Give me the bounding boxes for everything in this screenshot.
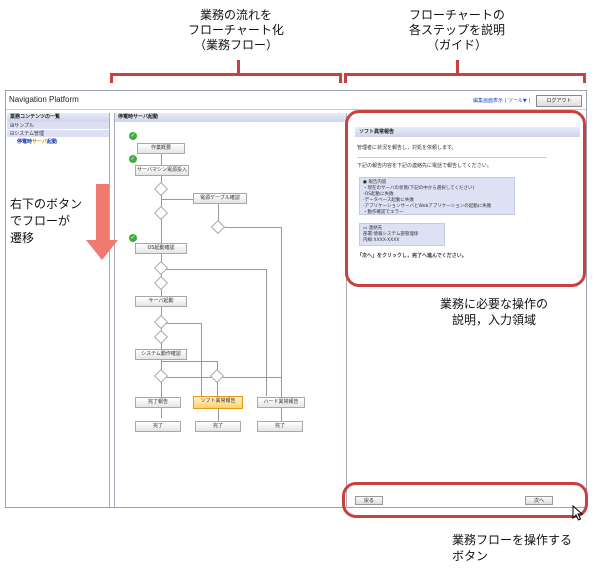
flow-decision — [153, 368, 169, 384]
connector — [221, 227, 281, 228]
flow-node-end[interactable]: 完了 — [257, 421, 303, 432]
flow-decision — [209, 368, 225, 384]
mouse-cursor-icon — [572, 505, 584, 521]
flow-node-done-report[interactable]: 完了報告 — [135, 397, 181, 408]
tree-item-suffix: 起動 — [46, 139, 57, 145]
flow-node-system-check[interactable]: システム動作確認 — [135, 349, 187, 360]
title-bar: Navigation Platform 編集画面表示 | ツール▼ | ログアウ… — [6, 91, 586, 110]
down-arrow-head-icon — [86, 240, 118, 260]
logout-button[interactable]: ログアウト — [536, 95, 582, 107]
tree-item-selected[interactable]: 停電時サーバ起動 — [7, 138, 109, 146]
flow-decision — [153, 275, 169, 291]
tree-item-prefix: 停電時 — [17, 139, 33, 145]
flow-decision — [153, 260, 169, 276]
content-list-pane: 業務コンテンツの一覧 ⊞サンプル ⊟システム管理 停電時サーバ起動 — [7, 113, 110, 507]
completed-check-icon: ✓ — [129, 155, 137, 163]
annotation-line: （業務フロー） — [193, 38, 278, 52]
annotation-line: 業務の流れを — [199, 8, 272, 22]
annotation-line: 説明，入力領域 — [452, 313, 537, 327]
annotation-line: でフローが — [10, 214, 71, 228]
flowchart-title: 停電時サーバ起動 — [115, 113, 346, 122]
flow-node-server-start[interactable]: サーバ起動 — [135, 296, 187, 307]
completed-check-icon: ✓ — [129, 132, 137, 140]
tree-item-system-admin[interactable]: ⊟システム管理 — [7, 130, 109, 138]
annotation-line: フローチャート化 — [188, 23, 284, 37]
annotation-line: 右下のボタン — [10, 197, 83, 211]
annotation-line: フローチャートの — [409, 8, 505, 22]
bracket-guide-tick — [456, 60, 459, 74]
app-title: Navigation Platform — [9, 95, 79, 104]
down-arrow-icon — [96, 184, 109, 240]
annotation-flow-buttons: 業務フローを操作する ボタン — [452, 532, 592, 564]
connector — [161, 377, 217, 378]
annotation-guide: フローチャートの 各ステップを説明 （ガイド） — [392, 8, 522, 53]
content-list-title: 業務コンテンツの一覧 — [7, 113, 109, 122]
flow-decision — [210, 219, 226, 235]
bracket-flow-tick — [237, 60, 240, 74]
header-links[interactable]: 編集画面表示 | ツール▼ | — [473, 97, 530, 104]
flow-decision — [153, 181, 169, 197]
flow-node-soft-error[interactable]: ソフト異常報告 — [193, 396, 243, 409]
flow-node-hard-error[interactable]: ハード異常報告 — [257, 397, 305, 408]
completed-check-icon: ✓ — [129, 234, 137, 242]
connector — [218, 201, 219, 221]
flow-decision — [153, 205, 169, 221]
annotation-line: 各ステップを説明 — [408, 23, 505, 37]
annotation-input-area: 業務に必要な操作の 説明，入力領域 — [440, 296, 590, 328]
connector — [161, 361, 217, 362]
annotation-line: 業務フローを操作する — [452, 533, 573, 547]
annotation-line: 業務に必要な操作の — [440, 297, 549, 311]
flow-node-end[interactable]: 完了 — [195, 421, 241, 432]
annotation-line: ボタン — [452, 549, 489, 563]
connector — [161, 323, 201, 324]
connector — [161, 269, 266, 270]
flow-node-power-on[interactable]: サーバマシン電源投入 — [135, 165, 189, 176]
annotation-line: 遷移 — [10, 231, 35, 245]
bracket-flow — [110, 73, 342, 83]
flow-node-os-check[interactable]: OS起動確認 — [135, 243, 187, 254]
annotation-flowchart: 業務の流れを フローチャート化 （業務フロー） — [176, 8, 296, 53]
flow-decision — [153, 329, 169, 345]
highlight-buttons-area — [342, 482, 588, 518]
connector — [217, 377, 282, 378]
flow-node-cable-check[interactable]: 電源ケーブル確認 — [193, 193, 247, 204]
flow-node-start[interactable]: 作業概要 — [137, 143, 185, 154]
tree-item-highlight: サーバ — [32, 139, 47, 145]
annotation-line: （ガイド） — [426, 38, 487, 52]
bracket-guide — [344, 73, 586, 83]
flowchart-pane: 停電時サーバ起動 ✓ 作業概要 ✓ サーバマシン電源投入 電源ケーブル確認 ✓ … — [114, 113, 347, 507]
tree-item-sample[interactable]: ⊞サンプル — [7, 122, 109, 130]
highlight-guide-area — [345, 110, 586, 287]
flow-decision — [153, 314, 169, 330]
connector — [281, 227, 282, 397]
annotation-transition: 右下のボタン でフローが 遷移 — [10, 196, 96, 247]
flow-node-end[interactable]: 完了 — [135, 421, 181, 432]
